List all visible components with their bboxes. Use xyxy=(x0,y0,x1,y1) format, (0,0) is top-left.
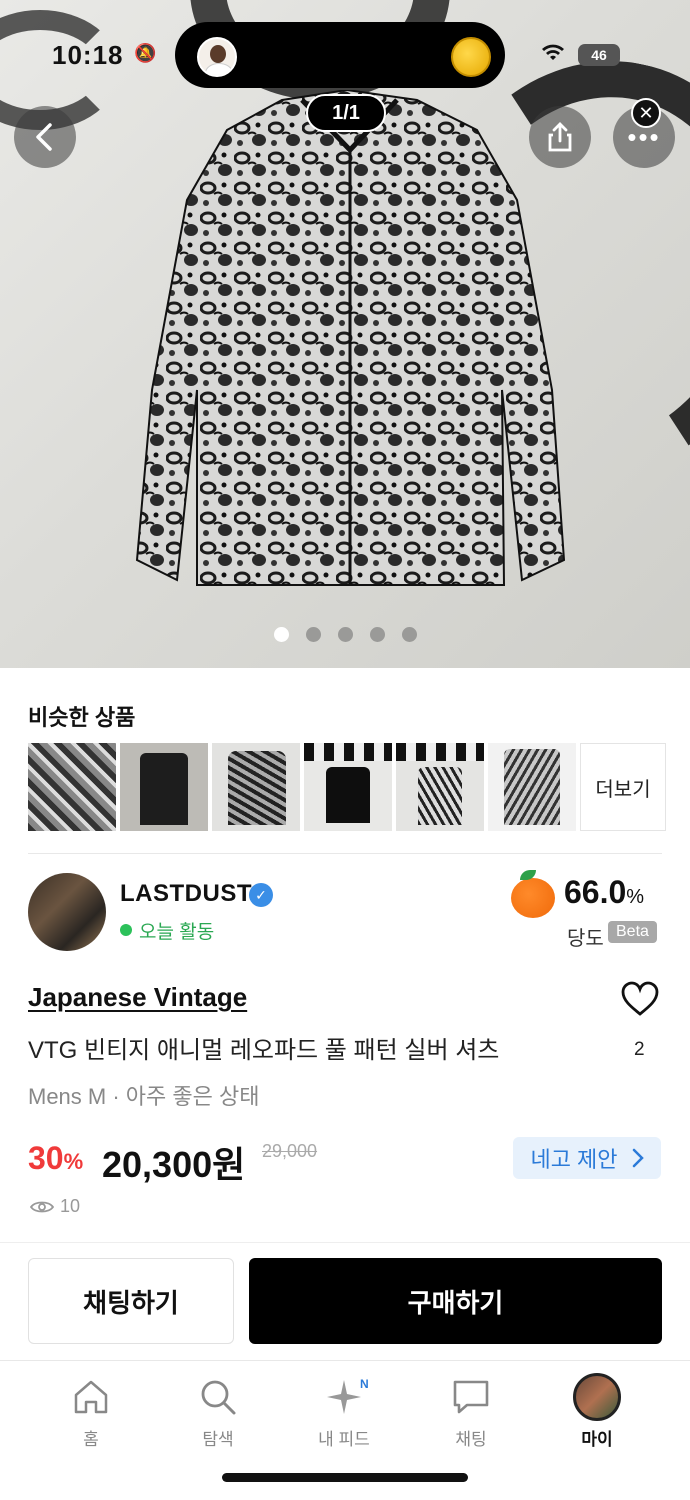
sweetness-label: 당도 xyxy=(567,928,604,950)
carousel-dot[interactable] xyxy=(370,627,385,642)
similar-product-thumb[interactable] xyxy=(28,743,116,831)
tab-search[interactable]: 탐색 xyxy=(168,1375,268,1450)
discount-unit: % xyxy=(63,1149,84,1174)
eye-icon xyxy=(30,1201,54,1212)
similar-products-row: 더보기 xyxy=(28,743,666,831)
like-count: 2 xyxy=(634,1039,645,1060)
discount-rate: 30% xyxy=(28,1140,83,1177)
carousel-dot[interactable] xyxy=(306,627,321,642)
view-count-value: 10 xyxy=(60,1196,81,1216)
status-time: 10:18 xyxy=(52,40,124,70)
island-avatar xyxy=(197,37,237,77)
tab-label: 홈 xyxy=(83,1430,99,1449)
tab-chat[interactable]: 채팅 xyxy=(421,1375,521,1450)
similar-products-title: 비슷한 상품 xyxy=(28,705,136,730)
image-carousel-dots xyxy=(274,627,417,642)
product-shirt-image xyxy=(135,90,566,586)
coin-icon xyxy=(451,37,491,77)
score-unit: % xyxy=(626,886,645,908)
sale-price: 20,300원 xyxy=(102,1144,246,1185)
like-button[interactable] xyxy=(620,980,660,1023)
tab-label: 내 피드 xyxy=(318,1430,370,1449)
carousel-dot[interactable] xyxy=(338,627,353,642)
home-icon xyxy=(74,1380,108,1414)
chat-button[interactable]: 채팅하기 xyxy=(28,1258,234,1344)
similar-product-thumb[interactable] xyxy=(120,743,208,831)
similar-product-thumb[interactable] xyxy=(396,743,484,831)
more-similar-button[interactable]: 더보기 xyxy=(580,743,666,831)
carousel-dot[interactable] xyxy=(402,627,417,642)
seller-avatar[interactable] xyxy=(28,873,106,951)
active-status-dot xyxy=(120,924,132,936)
tab-label: 채팅 xyxy=(455,1430,487,1449)
image-pager: 1/1 xyxy=(306,94,386,132)
buy-button[interactable]: 구매하기 xyxy=(249,1258,662,1344)
nego-offer-button[interactable]: 네고 제안 xyxy=(513,1137,661,1179)
dynamic-island xyxy=(175,22,505,88)
search-icon xyxy=(201,1380,236,1415)
home-indicator xyxy=(222,1473,468,1482)
offer-label: 네고 제안 xyxy=(530,1147,618,1172)
similar-product-thumb[interactable] xyxy=(488,743,576,831)
product-image-area[interactable]: 10:18 🔕 46 1/1 ••• ✕ xyxy=(0,0,690,668)
tab-home[interactable]: 홈 xyxy=(41,1375,141,1450)
sweetness-score: 66.0% xyxy=(564,874,644,911)
seller-name[interactable]: LASTDUST xyxy=(120,880,252,908)
similar-product-thumb[interactable] xyxy=(304,743,392,831)
original-price: 29,000 xyxy=(262,1141,318,1161)
divider xyxy=(0,1242,690,1243)
beta-badge: Beta xyxy=(608,921,657,943)
product-title: VTG 빈티지 애니멀 레오파드 풀 패턴 실버 셔츠 xyxy=(28,1037,500,1064)
discount-value: 30 xyxy=(28,1140,64,1176)
wifi-icon xyxy=(540,42,566,68)
seller-activity: 오늘 활동 xyxy=(139,922,215,943)
similar-product-thumb[interactable] xyxy=(212,743,300,831)
chat-bubble-icon xyxy=(453,1380,489,1414)
view-count: 10 xyxy=(30,1196,80,1217)
tab-my[interactable]: 마이 xyxy=(547,1373,647,1450)
back-button[interactable] xyxy=(14,106,76,168)
divider xyxy=(28,853,662,854)
score-value: 66.0 xyxy=(564,874,627,910)
product-condition: Mens M · 아주 좋은 상태 xyxy=(28,1084,260,1109)
new-badge: N xyxy=(360,1377,369,1391)
share-icon xyxy=(548,122,572,152)
carousel-dot[interactable] xyxy=(274,627,289,642)
battery-indicator: 46 xyxy=(578,44,620,66)
sparkle-icon xyxy=(327,1380,361,1414)
close-icon[interactable]: ✕ xyxy=(631,98,661,128)
tab-label: 마이 xyxy=(581,1430,613,1449)
verified-badge-icon: ✓ xyxy=(249,883,273,907)
heart-icon xyxy=(621,981,659,1016)
tab-my-feed[interactable]: N 내 피드 xyxy=(294,1375,394,1450)
avatar xyxy=(573,1373,621,1421)
tab-label: 탐색 xyxy=(202,1430,234,1449)
chevron-left-icon xyxy=(36,123,52,151)
mute-bell-icon: 🔕 xyxy=(134,43,157,63)
brand-link[interactable]: Japanese Vintage xyxy=(28,982,247,1013)
orange-fruit-icon xyxy=(511,878,555,918)
chevron-right-icon xyxy=(632,1148,644,1168)
share-button[interactable] xyxy=(529,106,591,168)
